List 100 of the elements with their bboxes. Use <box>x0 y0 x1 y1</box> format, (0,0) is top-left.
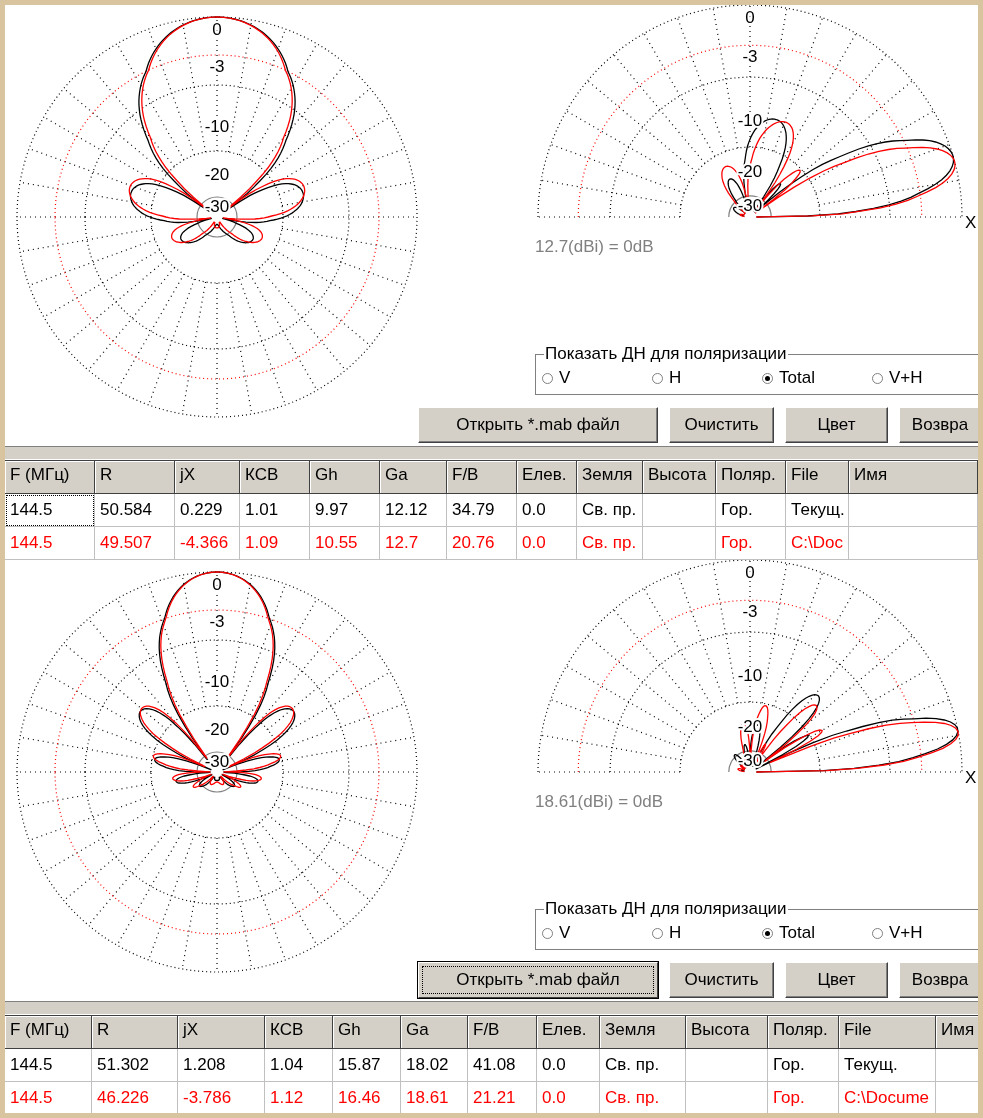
column-header[interactable]: Высота <box>643 461 716 494</box>
toolbar-button[interactable]: Очистить <box>669 962 774 998</box>
column-header[interactable]: File <box>786 461 849 494</box>
radio-icon[interactable] <box>762 372 773 384</box>
table-cell: -4.366 <box>175 527 240 560</box>
column-header[interactable]: Gh <box>310 461 380 494</box>
table-cell: 0.229 <box>175 494 240 527</box>
radio-option[interactable]: V+H <box>872 368 978 388</box>
table-cell: 1.09 <box>240 527 310 560</box>
radio-icon[interactable] <box>872 927 883 939</box>
radio-icon[interactable] <box>652 927 663 939</box>
table-cell: C:\Doc <box>786 527 849 560</box>
level-label: -3 <box>742 47 758 67</box>
column-header[interactable]: R <box>92 1016 178 1049</box>
level-label: 0 <box>745 563 755 583</box>
toolbar-button[interactable]: Открыть *.mab файл <box>418 962 658 998</box>
level-label: -10 <box>737 111 763 130</box>
column-header[interactable]: Елев. <box>517 461 577 494</box>
column-header[interactable]: Земля <box>600 1016 686 1049</box>
level-label: -20 <box>204 720 230 739</box>
level-label: -10 <box>204 672 230 691</box>
level-label: 0 <box>212 20 222 39</box>
radio-icon[interactable] <box>872 372 883 384</box>
table-cell: 10.55 <box>310 527 380 560</box>
column-header[interactable]: КСВ <box>240 461 310 494</box>
table-cell: 0.0 <box>517 494 577 527</box>
table-cell: 12.12 <box>380 494 447 527</box>
column-header[interactable]: КСВ <box>265 1016 333 1049</box>
radio-icon[interactable] <box>762 927 773 939</box>
column-header[interactable]: Поляр. <box>716 461 786 494</box>
radio-option[interactable]: H <box>652 923 762 943</box>
column-header[interactable]: Ga <box>401 1016 468 1049</box>
table-cell: 18.02 <box>401 1049 468 1082</box>
level-label: -10 <box>737 666 763 685</box>
radio-option[interactable]: V+H <box>872 923 978 943</box>
radio-option[interactable]: Total <box>762 368 872 388</box>
column-header[interactable]: File <box>839 1016 936 1049</box>
toolbar-button[interactable]: Открыть *.mab файл <box>418 407 658 443</box>
level-label: -3 <box>742 602 758 622</box>
toolbar-button[interactable]: Очистить <box>669 407 774 443</box>
table-cell: Текущ. <box>786 494 849 527</box>
column-header[interactable]: Gh <box>333 1016 401 1049</box>
column-header[interactable]: Елев. <box>537 1016 600 1049</box>
toolbar-button[interactable]: Цвет <box>785 962 888 998</box>
radio-option[interactable]: V <box>542 923 652 943</box>
column-header[interactable]: Земля <box>577 461 643 494</box>
table-cell: 144.5 <box>5 494 95 527</box>
axis-label: X <box>965 213 977 231</box>
column-header[interactable]: F/B <box>447 461 517 494</box>
table-cell: Св. пр. <box>577 494 643 527</box>
table-cell: 49.507 <box>95 527 175 560</box>
level-label: 0 <box>212 575 222 594</box>
splitter-bar[interactable] <box>5 1001 978 1015</box>
table-cell: 144.5 <box>5 527 95 560</box>
table-cell: 9.97 <box>310 494 380 527</box>
column-header[interactable]: F/B <box>468 1016 537 1049</box>
table-cell: Св. пр. <box>577 527 643 560</box>
table-cell: 1.04 <box>265 1049 333 1082</box>
table-cell: 50.584 <box>95 494 175 527</box>
table-cell: Св. пр. <box>600 1049 686 1082</box>
toolbar-button[interactable]: Возвра <box>899 962 978 998</box>
gain-note: 18.61(dBi) = 0dB <box>535 792 665 812</box>
column-header[interactable]: R <box>95 461 175 494</box>
column-header[interactable]: F (МГц) <box>5 1016 92 1049</box>
table-cell: 0.0 <box>537 1049 600 1082</box>
table-cell: Гор. <box>716 527 786 560</box>
radio-icon[interactable] <box>542 927 553 939</box>
table-cell: 1.01 <box>240 494 310 527</box>
column-header[interactable]: Высота <box>686 1016 768 1049</box>
table-cell: 12.7 <box>380 527 447 560</box>
radio-icon[interactable] <box>542 372 553 384</box>
level-label: -30 <box>204 752 230 771</box>
table-cell: Гор. <box>768 1049 839 1082</box>
level-label: -3 <box>209 612 225 631</box>
table-cell: 51.302 <box>92 1049 178 1082</box>
toolbar-button[interactable]: Возвра <box>899 407 978 443</box>
table-cell: 20.76 <box>447 527 517 560</box>
radio-option[interactable]: V <box>542 368 652 388</box>
table-cell: Гор. <box>716 494 786 527</box>
group-title: Показать ДН для поляризации <box>544 899 788 919</box>
table-cell: Текущ. <box>839 1049 936 1082</box>
table-cell: 1.208 <box>178 1049 265 1082</box>
radio-icon[interactable] <box>652 372 663 384</box>
column-header[interactable]: jX <box>178 1016 265 1049</box>
radio-option[interactable]: Total <box>762 923 872 943</box>
column-header[interactable]: Имя <box>849 461 978 494</box>
column-header[interactable]: jX <box>175 461 240 494</box>
column-header[interactable]: F (МГц) <box>5 461 95 494</box>
level-label: -30 <box>204 197 230 216</box>
group-title: Показать ДН для поляризации <box>544 344 788 364</box>
table-cell: 0.0 <box>517 527 577 560</box>
column-header[interactable]: Поляр. <box>768 1016 839 1049</box>
column-header[interactable]: Имя <box>936 1016 978 1049</box>
level-label: -10 <box>204 117 230 136</box>
table-cell: 144.5 <box>5 1049 92 1082</box>
splitter-bar[interactable] <box>5 446 978 460</box>
radio-option[interactable]: H <box>652 368 762 388</box>
column-header[interactable]: Ga <box>380 461 447 494</box>
toolbar-button[interactable]: Цвет <box>785 407 888 443</box>
table-cell: 34.79 <box>447 494 517 527</box>
